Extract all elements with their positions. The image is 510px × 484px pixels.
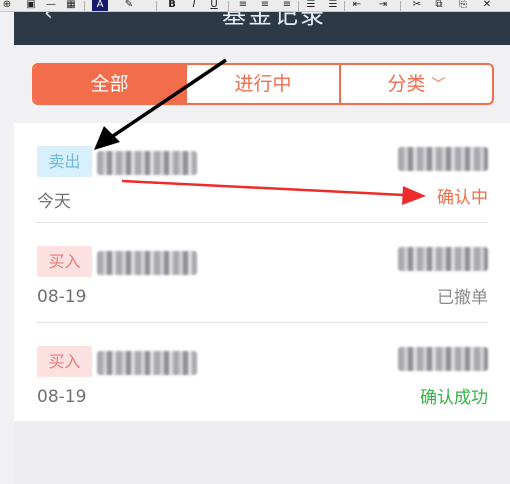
cut-icon[interactable]: ✂	[410, 0, 424, 11]
record-date: 今天	[37, 192, 71, 212]
transaction-type-badge: 买入	[37, 246, 92, 277]
table-icon[interactable]: ▦	[64, 0, 78, 11]
ordered-list-icon[interactable]: ☰	[304, 0, 318, 11]
tab-all[interactable]: 全部	[34, 65, 186, 103]
amount-redacted	[398, 347, 488, 371]
amount-redacted	[398, 247, 488, 271]
fund-name-redacted	[97, 151, 197, 175]
record-status: 确认成功	[420, 388, 488, 408]
empty-area	[14, 421, 510, 484]
tab-category[interactable]: 分类 ﹀	[338, 65, 492, 103]
page-title: 基金记录	[222, 12, 326, 29]
unordered-list-icon[interactable]: ☰	[326, 0, 340, 11]
list-item[interactable]: 买入 08-19 确认成功	[14, 323, 510, 423]
record-status: 已撤单	[437, 288, 488, 308]
record-status: 确认中	[437, 188, 488, 208]
bold-icon[interactable]: B	[166, 0, 178, 11]
chevron-left-icon[interactable]: ‹	[44, 12, 62, 26]
italic-icon[interactable]: I	[188, 0, 200, 11]
fund-name-redacted	[97, 251, 197, 275]
close-icon[interactable]: ✕	[480, 0, 494, 11]
copy-icon[interactable]: ⧉	[432, 0, 446, 11]
link-icon[interactable]: ⊕	[0, 0, 14, 11]
line-icon[interactable]: —	[44, 0, 58, 11]
records-list: 卖出 今天 确认中 买入 08-19 已撤单 买入 08-19 确认成功	[14, 123, 510, 421]
transaction-type-badge: 买入	[37, 346, 92, 377]
tab-category-label: 分类	[387, 73, 426, 95]
paste-icon[interactable]: ⎘	[456, 0, 470, 11]
fund-records-app: ‹ 基金记录 全部 进行中 分类 ﹀ 卖出 今天 确认中 买入 08-19 已撤…	[14, 12, 510, 484]
editor-toolbar: ⊕ ▣ — ▦ A ✎ B I U ≡ ≡ ≡ ☰ ☰ ⇤ ⇥ ✂ ⧉ ⎘ ✕	[0, 0, 510, 12]
navigation-bar: ‹ 基金记录	[14, 12, 510, 45]
fund-name-redacted	[97, 351, 197, 375]
align-right-icon[interactable]: ≡	[280, 0, 294, 11]
outdent-icon[interactable]: ⇤	[350, 0, 364, 11]
tab-in-progress-label: 进行中	[234, 73, 292, 95]
tab-all-label: 全部	[90, 73, 129, 95]
list-item[interactable]: 卖出 今天 确认中	[14, 123, 510, 223]
indent-icon[interactable]: ⇥	[376, 0, 390, 11]
align-center-icon[interactable]: ≡	[258, 0, 272, 11]
transaction-type-badge: 卖出	[37, 146, 92, 177]
filter-tabs: 全部 进行中 分类 ﹀	[32, 63, 494, 105]
screenshot: ⊕ ▣ — ▦ A ✎ B I U ≡ ≡ ≡ ☰ ☰ ⇤ ⇥ ✂ ⧉ ⎘ ✕ …	[0, 0, 510, 484]
underline-icon[interactable]: U	[208, 0, 220, 11]
record-date: 08-19	[37, 387, 87, 407]
align-left-icon[interactable]: ≡	[236, 0, 250, 11]
list-item[interactable]: 买入 08-19 已撤单	[14, 223, 510, 323]
amount-redacted	[398, 147, 488, 171]
record-date: 08-19	[37, 287, 87, 307]
tab-in-progress[interactable]: 进行中	[185, 65, 338, 103]
pen-icon[interactable]: ✎	[122, 0, 136, 11]
font-color-icon[interactable]: A	[92, 0, 108, 11]
chevron-down-icon: ﹀	[431, 77, 446, 93]
image-icon[interactable]: ▣	[24, 0, 38, 11]
